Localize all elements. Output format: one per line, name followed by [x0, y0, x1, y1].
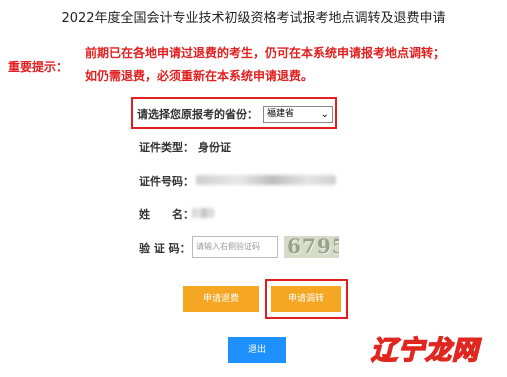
notice-label: 重要提示： — [8, 60, 69, 74]
chevron-down-icon: ⌄ — [320, 109, 329, 120]
captcha-label: 验 证 码： — [139, 242, 191, 255]
id-type-value: 身份证 — [198, 141, 231, 154]
province-select-value: 福建省 — [267, 109, 295, 119]
province-label: 请选择您原报考的省份： — [137, 108, 258, 121]
captcha-image[interactable]: 6795 — [284, 236, 339, 258]
page-title: 2022年度全国会计专业技术初级资格考试报考地点调转及退费申请 — [61, 11, 446, 26]
apply-refund-button[interactable]: 申请退费 — [183, 286, 259, 312]
apply-transfer-button[interactable]: 申请调转 — [271, 286, 341, 312]
captcha-image-text: 6795 — [287, 236, 339, 258]
notice-line-1: 前期已在各地申请过退费的考生，仍可在本系统申请报考地点调转； — [85, 46, 446, 60]
exit-button[interactable]: 退出 — [228, 337, 286, 363]
name-label: 姓 名： — [139, 208, 194, 221]
captcha-input-placeholder: 请输入右侧验证码 — [196, 242, 260, 251]
notice-line-2: 如仍需退费，必须重新在本系统申请退费。 — [85, 69, 314, 83]
province-select[interactable]: 福建省 ⌄ — [263, 106, 333, 123]
watermark-logo: 辽宁龙网 — [370, 335, 479, 367]
name-value-masked — [192, 208, 214, 218]
captcha-input[interactable]: 请输入右侧验证码 — [192, 236, 278, 258]
id-number-value-masked — [196, 175, 336, 185]
id-type-label: 证件类型： — [139, 141, 194, 154]
id-number-label: 证件号码： — [139, 175, 194, 188]
